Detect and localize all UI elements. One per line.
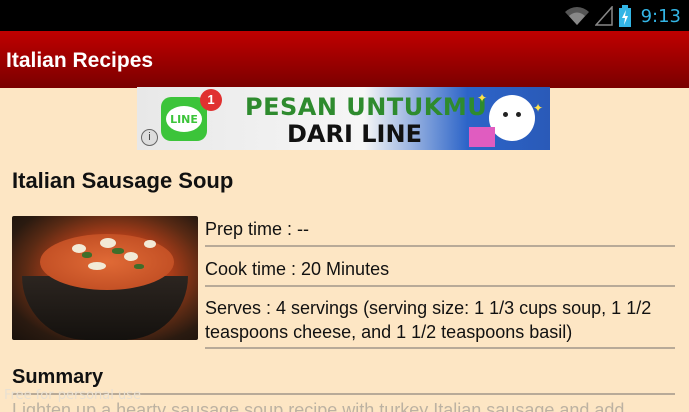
status-bar: 9:13	[0, 0, 689, 31]
app-title: Italian Recipes	[6, 49, 154, 72]
battery-charging-icon	[618, 5, 631, 27]
ad-headline: PESAN UNTUKMU	[245, 93, 488, 121]
ad-info-icon[interactable]: i	[141, 129, 158, 146]
notification-badge: 1	[200, 89, 222, 111]
signal-icon	[594, 6, 613, 26]
line-logo-text: LINE	[170, 113, 198, 126]
summary-heading: Summary	[12, 366, 104, 388]
serves: Serves : 4 servings (serving size: 1 1/3…	[205, 287, 675, 349]
status-time: 9:13	[640, 5, 681, 27]
recipe-photo	[12, 216, 198, 340]
ad-subline: DARI LINE	[287, 120, 422, 148]
cook-time: Cook time : 20 Minutes	[205, 247, 675, 287]
prep-time: Prep time : --	[205, 210, 675, 247]
sparkle-icon: ✦	[477, 91, 488, 105]
action-bar: Italian Recipes	[0, 31, 689, 88]
mascot-icon	[489, 95, 535, 141]
gift-icon	[469, 127, 495, 147]
recipe-info-list: Prep time : -- Cook time : 20 Minutes Se…	[205, 210, 675, 349]
status-icons: 9:13	[564, 4, 681, 28]
ad-banner[interactable]: LINE 1 i PESAN UNTUKMU DARI LINE ✦ ✦	[137, 87, 550, 150]
recipe-title: Italian Sausage Soup	[12, 168, 234, 193]
wifi-icon	[564, 7, 589, 25]
summary-text: Lighten up a hearty sausage soup recipe …	[12, 400, 625, 412]
